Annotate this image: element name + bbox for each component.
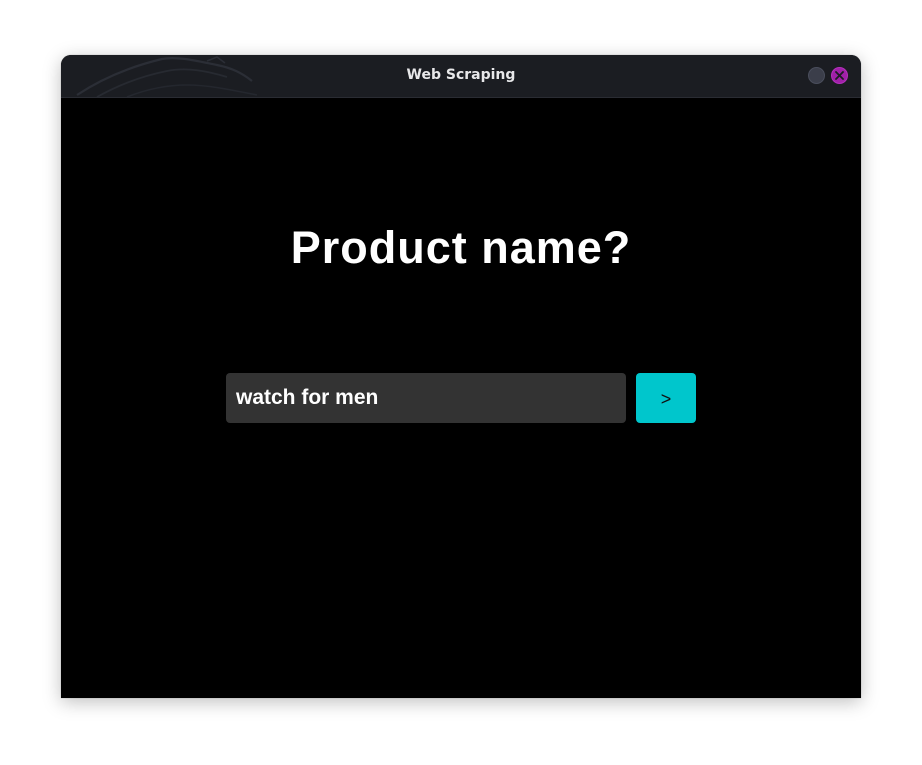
close-button[interactable] xyxy=(831,67,848,84)
product-name-input[interactable] xyxy=(226,373,626,423)
minimize-button[interactable] xyxy=(808,67,825,84)
submit-button[interactable]: > xyxy=(636,373,696,423)
app-window: Web Scraping Product name? > xyxy=(61,55,861,698)
page-heading: Product name? xyxy=(290,222,632,273)
window-title: Web Scraping xyxy=(406,67,516,83)
main-content: Product name? > xyxy=(61,98,861,698)
close-x-icon xyxy=(835,71,844,80)
title-bar[interactable]: Web Scraping xyxy=(61,55,861,98)
